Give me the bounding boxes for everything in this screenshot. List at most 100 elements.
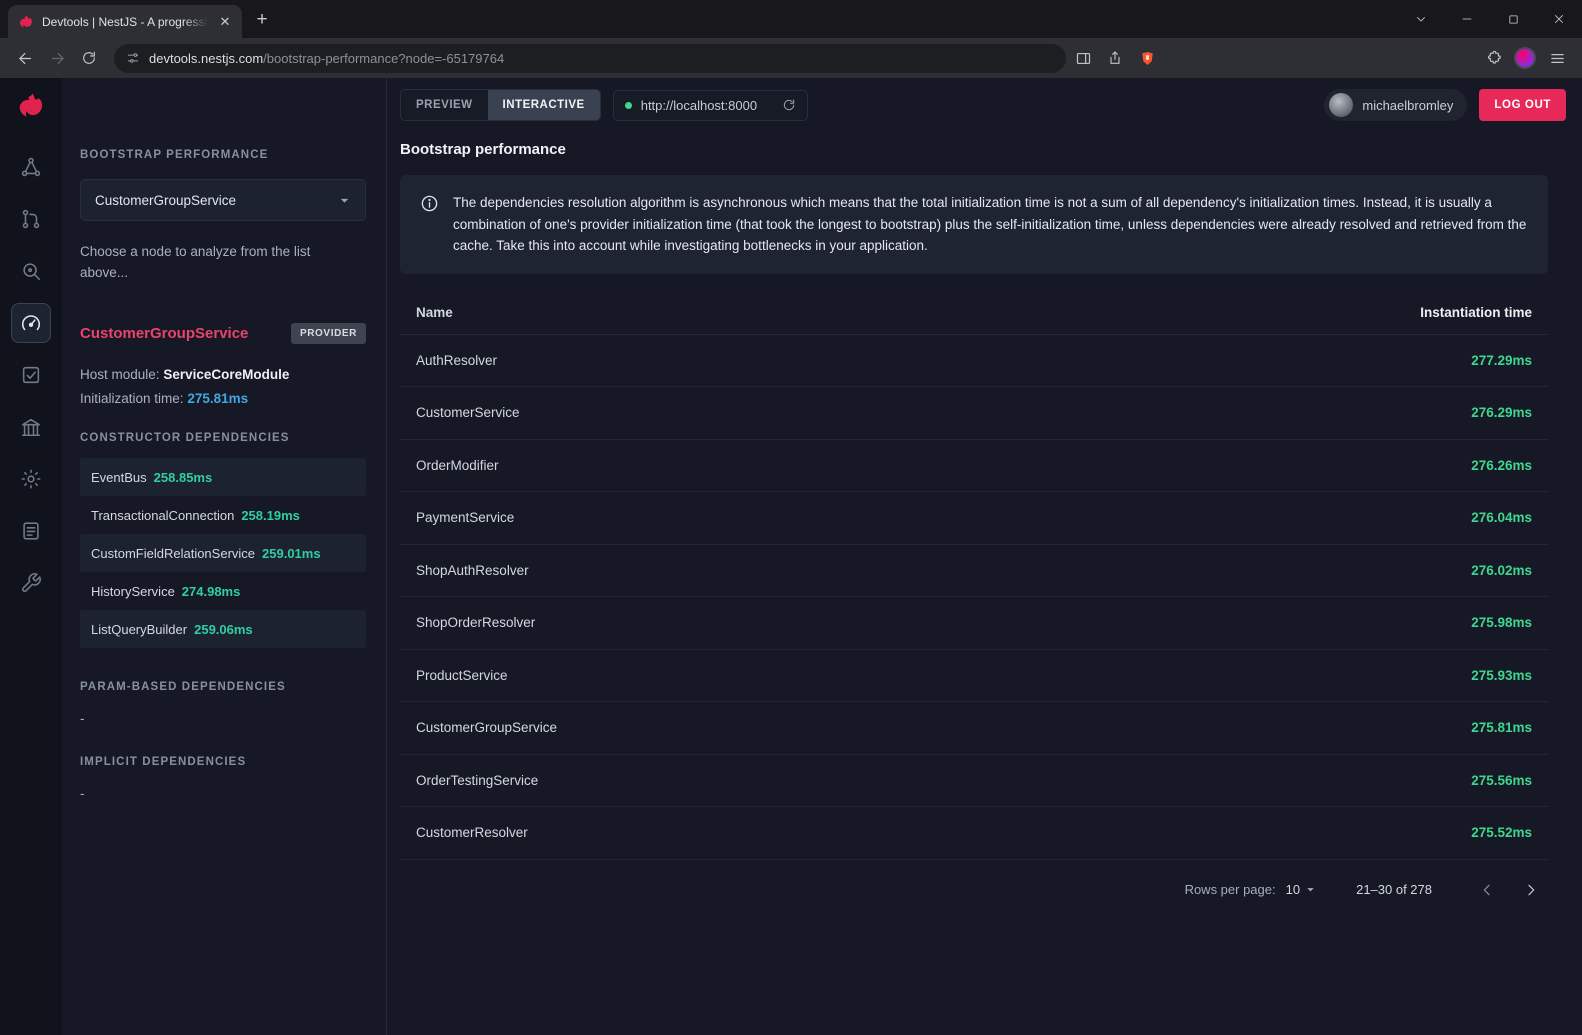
- refresh-icon[interactable]: [782, 98, 796, 112]
- table-row[interactable]: OrderTestingService275.56ms: [400, 755, 1548, 808]
- logout-button[interactable]: LOG OUT: [1479, 89, 1566, 121]
- panel-hint: Choose a node to analyze from the list a…: [80, 241, 330, 283]
- host-module-label: Host module:: [80, 367, 160, 382]
- back-button[interactable]: [10, 43, 40, 73]
- table-row[interactable]: PaymentService276.04ms: [400, 492, 1548, 545]
- dependency-item[interactable]: EventBus258.85ms: [80, 458, 366, 496]
- main-column: PREVIEW INTERACTIVE http://localhost:800…: [387, 78, 1582, 1035]
- dependency-item[interactable]: HistoryService274.98ms: [80, 572, 366, 610]
- rows-per-page-label: Rows per page:: [1185, 882, 1276, 897]
- provider-badge: PROVIDER: [291, 323, 366, 344]
- row-time: 275.93ms: [1471, 668, 1532, 683]
- rows-per-page-value: 10: [1286, 882, 1300, 897]
- row-name: ShopAuthResolver: [416, 563, 1471, 578]
- table-row[interactable]: CustomerGroupService275.81ms: [400, 702, 1548, 755]
- info-banner: The dependencies resolution algorithm is…: [400, 175, 1548, 274]
- page-range-label: 21–30 of 278: [1356, 882, 1432, 897]
- constructor-deps-title: CONSTRUCTOR DEPENDENCIES: [80, 432, 366, 444]
- new-tab-button[interactable]: +: [248, 6, 276, 34]
- row-name: ProductService: [416, 668, 1471, 683]
- table-row[interactable]: ShopOrderResolver275.98ms: [400, 597, 1548, 650]
- panel-section-title: BOOTSTRAP PERFORMANCE: [80, 149, 366, 161]
- mode-toggle: PREVIEW INTERACTIVE: [400, 89, 601, 121]
- node-select[interactable]: CustomerGroupService: [80, 179, 366, 221]
- settings-gear-icon[interactable]: [11, 459, 51, 499]
- param-deps-title: PARAM-BASED DEPENDENCIES: [80, 681, 366, 693]
- row-name: PaymentService: [416, 510, 1471, 525]
- organization-icon[interactable]: [11, 407, 51, 447]
- site-settings-icon[interactable]: [126, 51, 140, 65]
- user-pill[interactable]: michaelbromley: [1324, 89, 1467, 121]
- dependency-item[interactable]: ListQueryBuilder259.06ms: [80, 610, 366, 648]
- next-page-button[interactable]: [1514, 873, 1548, 907]
- implicit-deps-title: IMPLICIT DEPENDENCIES: [80, 756, 366, 768]
- window-controls: [1398, 0, 1582, 38]
- table-row[interactable]: CustomerResolver275.52ms: [400, 807, 1548, 860]
- minimize-button[interactable]: [1444, 0, 1490, 38]
- icon-sidebar: [0, 78, 62, 1035]
- previous-page-button[interactable]: [1470, 873, 1504, 907]
- table-row[interactable]: ShopAuthResolver276.02ms: [400, 545, 1548, 598]
- performance-table: Name Instantiation time AuthResolver277.…: [400, 291, 1548, 860]
- row-name: CustomerService: [416, 405, 1471, 420]
- row-time: 275.81ms: [1471, 720, 1532, 735]
- routes-icon[interactable]: [11, 199, 51, 239]
- reading-sidebar-icon[interactable]: [1068, 43, 1098, 73]
- close-window-button[interactable]: [1536, 0, 1582, 38]
- performance-icon[interactable]: [11, 303, 51, 343]
- constructor-deps-list: EventBus258.85ms TransactionalConnection…: [80, 458, 366, 648]
- address-bar[interactable]: devtools.nestjs.com/bootstrap-performanc…: [114, 44, 1066, 73]
- table-row[interactable]: AuthResolver277.29ms: [400, 335, 1548, 388]
- row-time: 276.04ms: [1471, 510, 1532, 525]
- reload-button[interactable]: [74, 43, 104, 73]
- selected-node-header: CustomerGroupService PROVIDER: [80, 323, 366, 344]
- url-path: /bootstrap-performance?node=-65179764: [263, 51, 504, 66]
- dependency-time: 258.85ms: [154, 470, 213, 485]
- tab-title: Devtools | NestJS - A progressive: [42, 15, 208, 29]
- forward-button[interactable]: [42, 43, 72, 73]
- dependency-name: ListQueryBuilder: [91, 622, 187, 637]
- init-time-label: Initialization time:: [80, 391, 184, 406]
- tab-close-icon[interactable]: ✕: [216, 13, 234, 31]
- row-name: ShopOrderResolver: [416, 615, 1471, 630]
- row-time: 277.29ms: [1471, 353, 1532, 368]
- row-time: 275.52ms: [1471, 825, 1532, 840]
- column-name: Name: [416, 305, 1420, 320]
- param-deps-value: -: [80, 711, 366, 726]
- chevron-down-icon: [338, 194, 351, 207]
- browser-profile-avatar[interactable]: [1514, 47, 1536, 69]
- row-time: 275.98ms: [1471, 615, 1532, 630]
- extensions-icon[interactable]: [1478, 43, 1508, 73]
- audit-icon[interactable]: [11, 355, 51, 395]
- target-url-box[interactable]: http://localhost:8000: [613, 90, 808, 121]
- table-row[interactable]: OrderModifier276.26ms: [400, 440, 1548, 493]
- interactive-tab[interactable]: INTERACTIVE: [488, 90, 600, 120]
- username: michaelbromley: [1362, 98, 1453, 113]
- table-row[interactable]: CustomerService276.29ms: [400, 387, 1548, 440]
- header-right-group: michaelbromley LOG OUT: [1324, 89, 1566, 121]
- browser-tab[interactable]: Devtools | NestJS - A progressive ✕: [8, 5, 242, 38]
- rows-per-page-select[interactable]: 10: [1286, 882, 1316, 897]
- main-content: Bootstrap performance The dependencies r…: [387, 122, 1582, 1035]
- dependency-item[interactable]: CustomFieldRelationService259.01ms: [80, 534, 366, 572]
- table-row[interactable]: ProductService275.93ms: [400, 650, 1548, 703]
- row-time: 275.56ms: [1471, 773, 1532, 788]
- docs-icon[interactable]: [11, 511, 51, 551]
- dependency-item[interactable]: TransactionalConnection258.19ms: [80, 496, 366, 534]
- host-module-row: Host module: ServiceCoreModule: [80, 367, 366, 382]
- dependency-name: TransactionalConnection: [91, 508, 234, 523]
- tools-icon[interactable]: [11, 563, 51, 603]
- maximize-button[interactable]: [1490, 0, 1536, 38]
- brave-shield-icon[interactable]: [1132, 43, 1162, 73]
- row-time: 276.26ms: [1471, 458, 1532, 473]
- graph-icon[interactable]: [11, 147, 51, 187]
- dependency-time: 259.01ms: [262, 546, 321, 561]
- row-name: CustomerGroupService: [416, 720, 1471, 735]
- tab-search-icon[interactable]: [1398, 0, 1444, 38]
- menu-icon[interactable]: [1542, 43, 1572, 73]
- share-icon[interactable]: [1100, 43, 1130, 73]
- host-module-value: ServiceCoreModule: [163, 367, 289, 382]
- inspect-icon[interactable]: [11, 251, 51, 291]
- preview-tab[interactable]: PREVIEW: [401, 90, 488, 120]
- nestjs-logo: [16, 91, 46, 121]
